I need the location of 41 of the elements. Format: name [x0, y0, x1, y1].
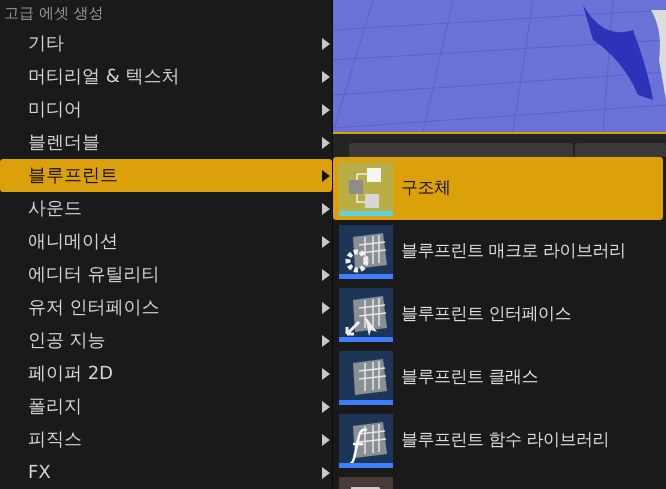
submenu-item[interactable]: 구조체	[333, 157, 663, 220]
submenu-item[interactable]: 블루프린트 함수 라이브러리	[333, 409, 663, 472]
submenu-arrow-icon	[322, 38, 330, 50]
submenu-arrow-icon	[322, 236, 330, 248]
submenu-arrow-icon	[322, 302, 330, 314]
submenu-arrow-icon	[322, 368, 330, 380]
function-icon	[339, 414, 393, 468]
submenu-arrow-icon	[322, 170, 330, 182]
menu-item[interactable]: 애니메이션	[0, 225, 332, 258]
menu-item[interactable]: 에디터 유틸리티	[0, 258, 332, 291]
submenu-item[interactable]: 블루프린트 매크로 라이브러리	[333, 220, 663, 283]
menu-item[interactable]: 유저 인터페이스	[0, 291, 332, 324]
submenu-arrow-icon	[322, 400, 330, 412]
menu-item[interactable]: 폴리지	[0, 390, 332, 423]
submenu-arrow-icon	[322, 334, 330, 346]
submenu-item[interactable]: 블루프린트 인터페이스	[333, 283, 663, 346]
menu-item[interactable]: 페이퍼 2D	[0, 357, 332, 390]
menu-item[interactable]: 머티리얼 & 텍스처	[0, 60, 332, 93]
menu-item[interactable]: 인공 지능	[0, 324, 332, 357]
submenu-arrow-icon	[322, 202, 330, 214]
interface-icon	[339, 288, 393, 342]
submenu-arrow-icon	[322, 268, 330, 280]
menu-item[interactable]: 사운드	[0, 192, 332, 225]
macro-icon	[339, 224, 393, 278]
menu-item[interactable]: 피직스	[0, 423, 332, 456]
toolbar-button[interactable]	[349, 143, 573, 157]
menu-item[interactable]: 미디어	[0, 93, 332, 126]
toolbar-button[interactable]	[575, 143, 666, 157]
submenu-arrow-icon	[322, 104, 330, 116]
submenu-arrow-icon	[322, 70, 330, 82]
submenu-arrow-icon	[322, 466, 330, 478]
menu-item[interactable]: 블렌더블	[0, 126, 332, 159]
menu-item[interactable]: FX	[0, 456, 332, 489]
class-icon	[339, 350, 393, 404]
menu-item[interactable]: 기타	[0, 27, 332, 60]
menu-item[interactable]: 블루프린트	[0, 159, 332, 192]
struct-icon	[339, 162, 393, 216]
menu-header: 고급 에셋 생성	[3, 3, 105, 24]
submenu-item[interactable]: 블루프린트 클래스	[333, 346, 663, 409]
submenu-arrow-icon	[322, 434, 330, 446]
submenu-arrow-icon	[322, 136, 330, 148]
